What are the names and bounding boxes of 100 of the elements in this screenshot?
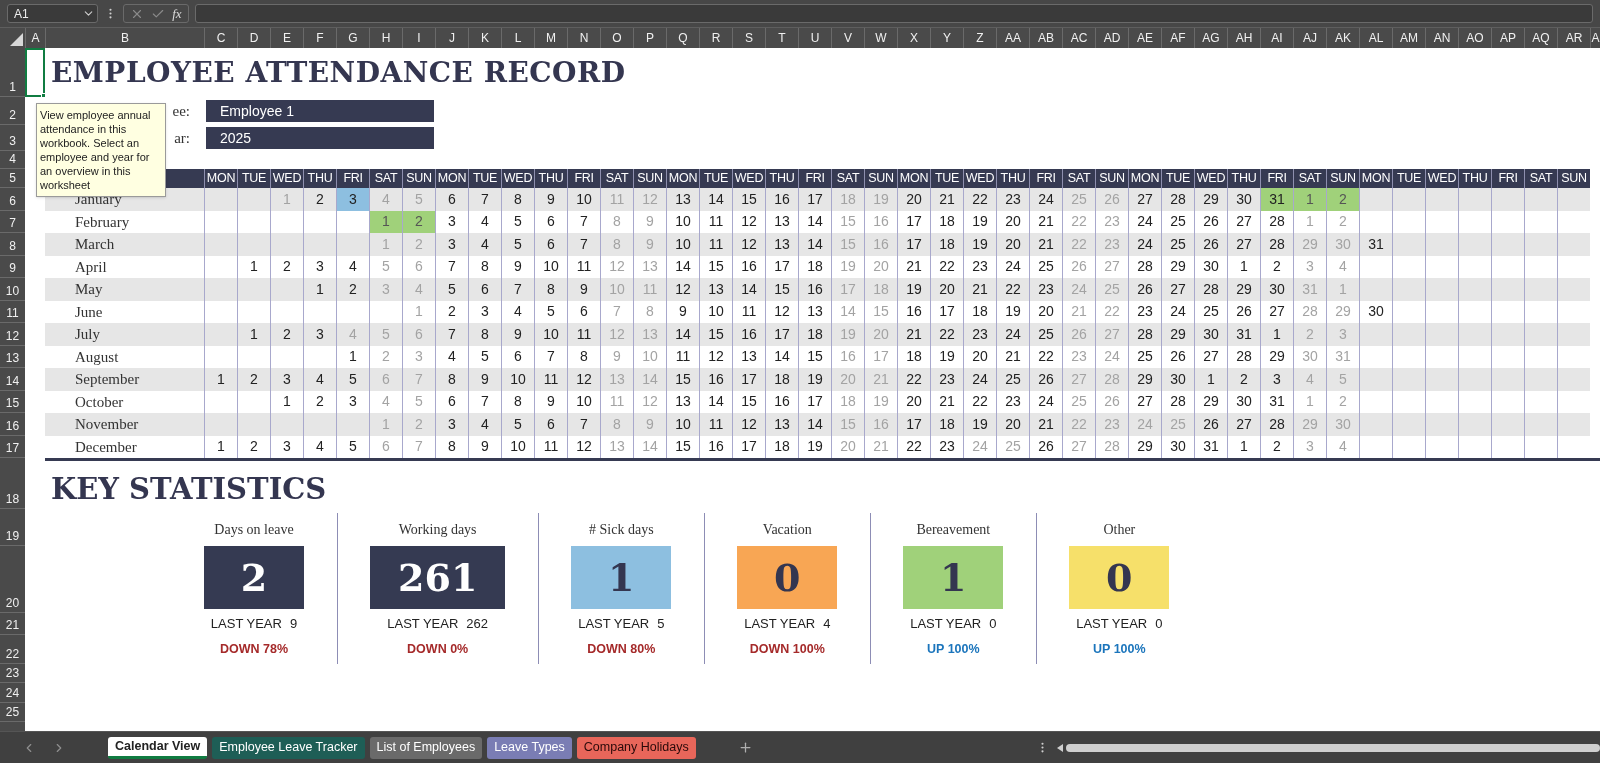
insert-function-button[interactable]: fx (172, 3, 182, 24)
column-header[interactable]: AJ (1293, 28, 1326, 48)
column-header[interactable]: D (237, 28, 270, 48)
column-header[interactable]: V (831, 28, 864, 48)
calendar-cell: 31 (1359, 233, 1392, 256)
column-header[interactable]: X (897, 28, 930, 48)
row-header[interactable]: 8 (0, 233, 25, 256)
column-header[interactable]: T (765, 28, 798, 48)
row-header[interactable]: 2 (0, 97, 25, 125)
row-header[interactable]: 12 (0, 323, 25, 346)
sheet-tab[interactable]: Leave Types (487, 736, 572, 759)
column-header[interactable]: AM (1392, 28, 1425, 48)
row-header[interactable]: 22 (0, 635, 25, 664)
row-header[interactable]: 20 (0, 546, 25, 613)
column-header[interactable]: K (468, 28, 501, 48)
column-header[interactable]: U (798, 28, 831, 48)
column-header[interactable]: AP (1491, 28, 1524, 48)
sheet-tab[interactable]: Employee Leave Tracker (212, 736, 365, 759)
calendar-cell: 8 (600, 413, 633, 436)
column-header[interactable]: A (1590, 28, 1600, 48)
horizontal-scrollbar[interactable] (1056, 741, 1600, 754)
calendar-cell: 23 (996, 188, 1029, 211)
column-header[interactable]: B (45, 28, 204, 48)
column-header[interactable]: AH (1227, 28, 1260, 48)
calendar-cell: 4 (303, 368, 336, 391)
column-header[interactable]: Y (930, 28, 963, 48)
column-header[interactable]: AA (996, 28, 1029, 48)
dropdown-field[interactable]: Employee 1 (206, 100, 434, 122)
column-header[interactable]: E (270, 28, 303, 48)
calendar-cell: 28 (1128, 323, 1161, 346)
column-header[interactable]: AK (1326, 28, 1359, 48)
column-header[interactable]: M (534, 28, 567, 48)
row-header[interactable]: 6 (0, 188, 25, 211)
calendar-cell: 31 (1227, 323, 1260, 346)
calendar-cell: 22 (1062, 413, 1095, 436)
row-header[interactable]: 11 (0, 300, 25, 323)
column-header[interactable]: AF (1161, 28, 1194, 48)
column-header[interactable]: R (699, 28, 732, 48)
name-box[interactable]: A1 (7, 4, 98, 23)
calendar-cell: 12 (732, 413, 765, 436)
dropdown-field[interactable]: 2025 (206, 127, 434, 149)
sheet-tab[interactable]: Calendar View (108, 736, 208, 759)
row-header[interactable]: 21 (0, 613, 25, 635)
row-header[interactable]: 3 (0, 125, 25, 151)
month-label: August (75, 347, 119, 367)
row-header[interactable]: 13 (0, 345, 25, 368)
row-header[interactable]: 25 (0, 703, 25, 722)
row-header[interactable]: 10 (0, 278, 25, 301)
column-header[interactable]: AE (1128, 28, 1161, 48)
column-header[interactable]: L (501, 28, 534, 48)
column-header[interactable]: O (600, 28, 633, 48)
selected-cell[interactable] (25, 48, 45, 97)
row-header[interactable]: 9 (0, 255, 25, 278)
column-header[interactable]: C (204, 28, 237, 48)
formula-input[interactable] (195, 4, 1593, 23)
column-header[interactable]: AG (1194, 28, 1227, 48)
column-header[interactable]: AR (1557, 28, 1590, 48)
sheet-tab[interactable]: List of Employees (369, 736, 483, 759)
row-header[interactable]: 14 (0, 368, 25, 391)
calendar-cell: 11 (534, 368, 567, 391)
row-header[interactable]: 5 (0, 169, 25, 188)
column-header[interactable]: AN (1425, 28, 1458, 48)
stat-label: Other (1103, 521, 1136, 539)
calendar-cell: 30 (1326, 233, 1359, 256)
row-header[interactable]: 4 (0, 151, 25, 169)
row-header[interactable]: 7 (0, 210, 25, 233)
row-header[interactable]: 15 (0, 390, 25, 413)
row-header[interactable]: 24 (0, 683, 25, 703)
column-header[interactable]: AB (1029, 28, 1062, 48)
calendar-cell: 3 (336, 188, 369, 211)
column-header[interactable]: G (336, 28, 369, 48)
column-header[interactable]: AC (1062, 28, 1095, 48)
column-header[interactable]: AQ (1524, 28, 1557, 48)
column-header[interactable]: H (369, 28, 402, 48)
column-header[interactable]: I (402, 28, 435, 48)
column-header[interactable]: Z (963, 28, 996, 48)
column-header[interactable]: A (25, 28, 45, 48)
column-header[interactable]: S (732, 28, 765, 48)
row-header[interactable]: 18 (0, 458, 25, 509)
calendar-cell: 17 (732, 368, 765, 391)
row-header[interactable]: 17 (0, 435, 25, 458)
calendar-cell: 22 (930, 323, 963, 346)
column-header[interactable]: AO (1458, 28, 1491, 48)
select-all-icon[interactable] (10, 33, 23, 46)
column-header[interactable]: N (567, 28, 600, 48)
row-header[interactable]: 23 (0, 664, 25, 683)
column-header[interactable]: AL (1359, 28, 1392, 48)
row-header[interactable]: 19 (0, 509, 25, 546)
row-header[interactable]: 16 (0, 413, 25, 436)
add-sheet-icon[interactable] (737, 740, 753, 755)
row-header[interactable]: 1 (0, 48, 25, 97)
column-header[interactable]: AD (1095, 28, 1128, 48)
column-header[interactable]: P (633, 28, 666, 48)
column-header[interactable]: W (864, 28, 897, 48)
column-header[interactable]: J (435, 28, 468, 48)
column-header[interactable]: F (303, 28, 336, 48)
scroll-left-icon[interactable] (1056, 743, 1063, 752)
column-header[interactable]: Q (666, 28, 699, 48)
sheet-tab[interactable]: Company Holidays (576, 736, 696, 759)
column-header[interactable]: AI (1260, 28, 1293, 48)
